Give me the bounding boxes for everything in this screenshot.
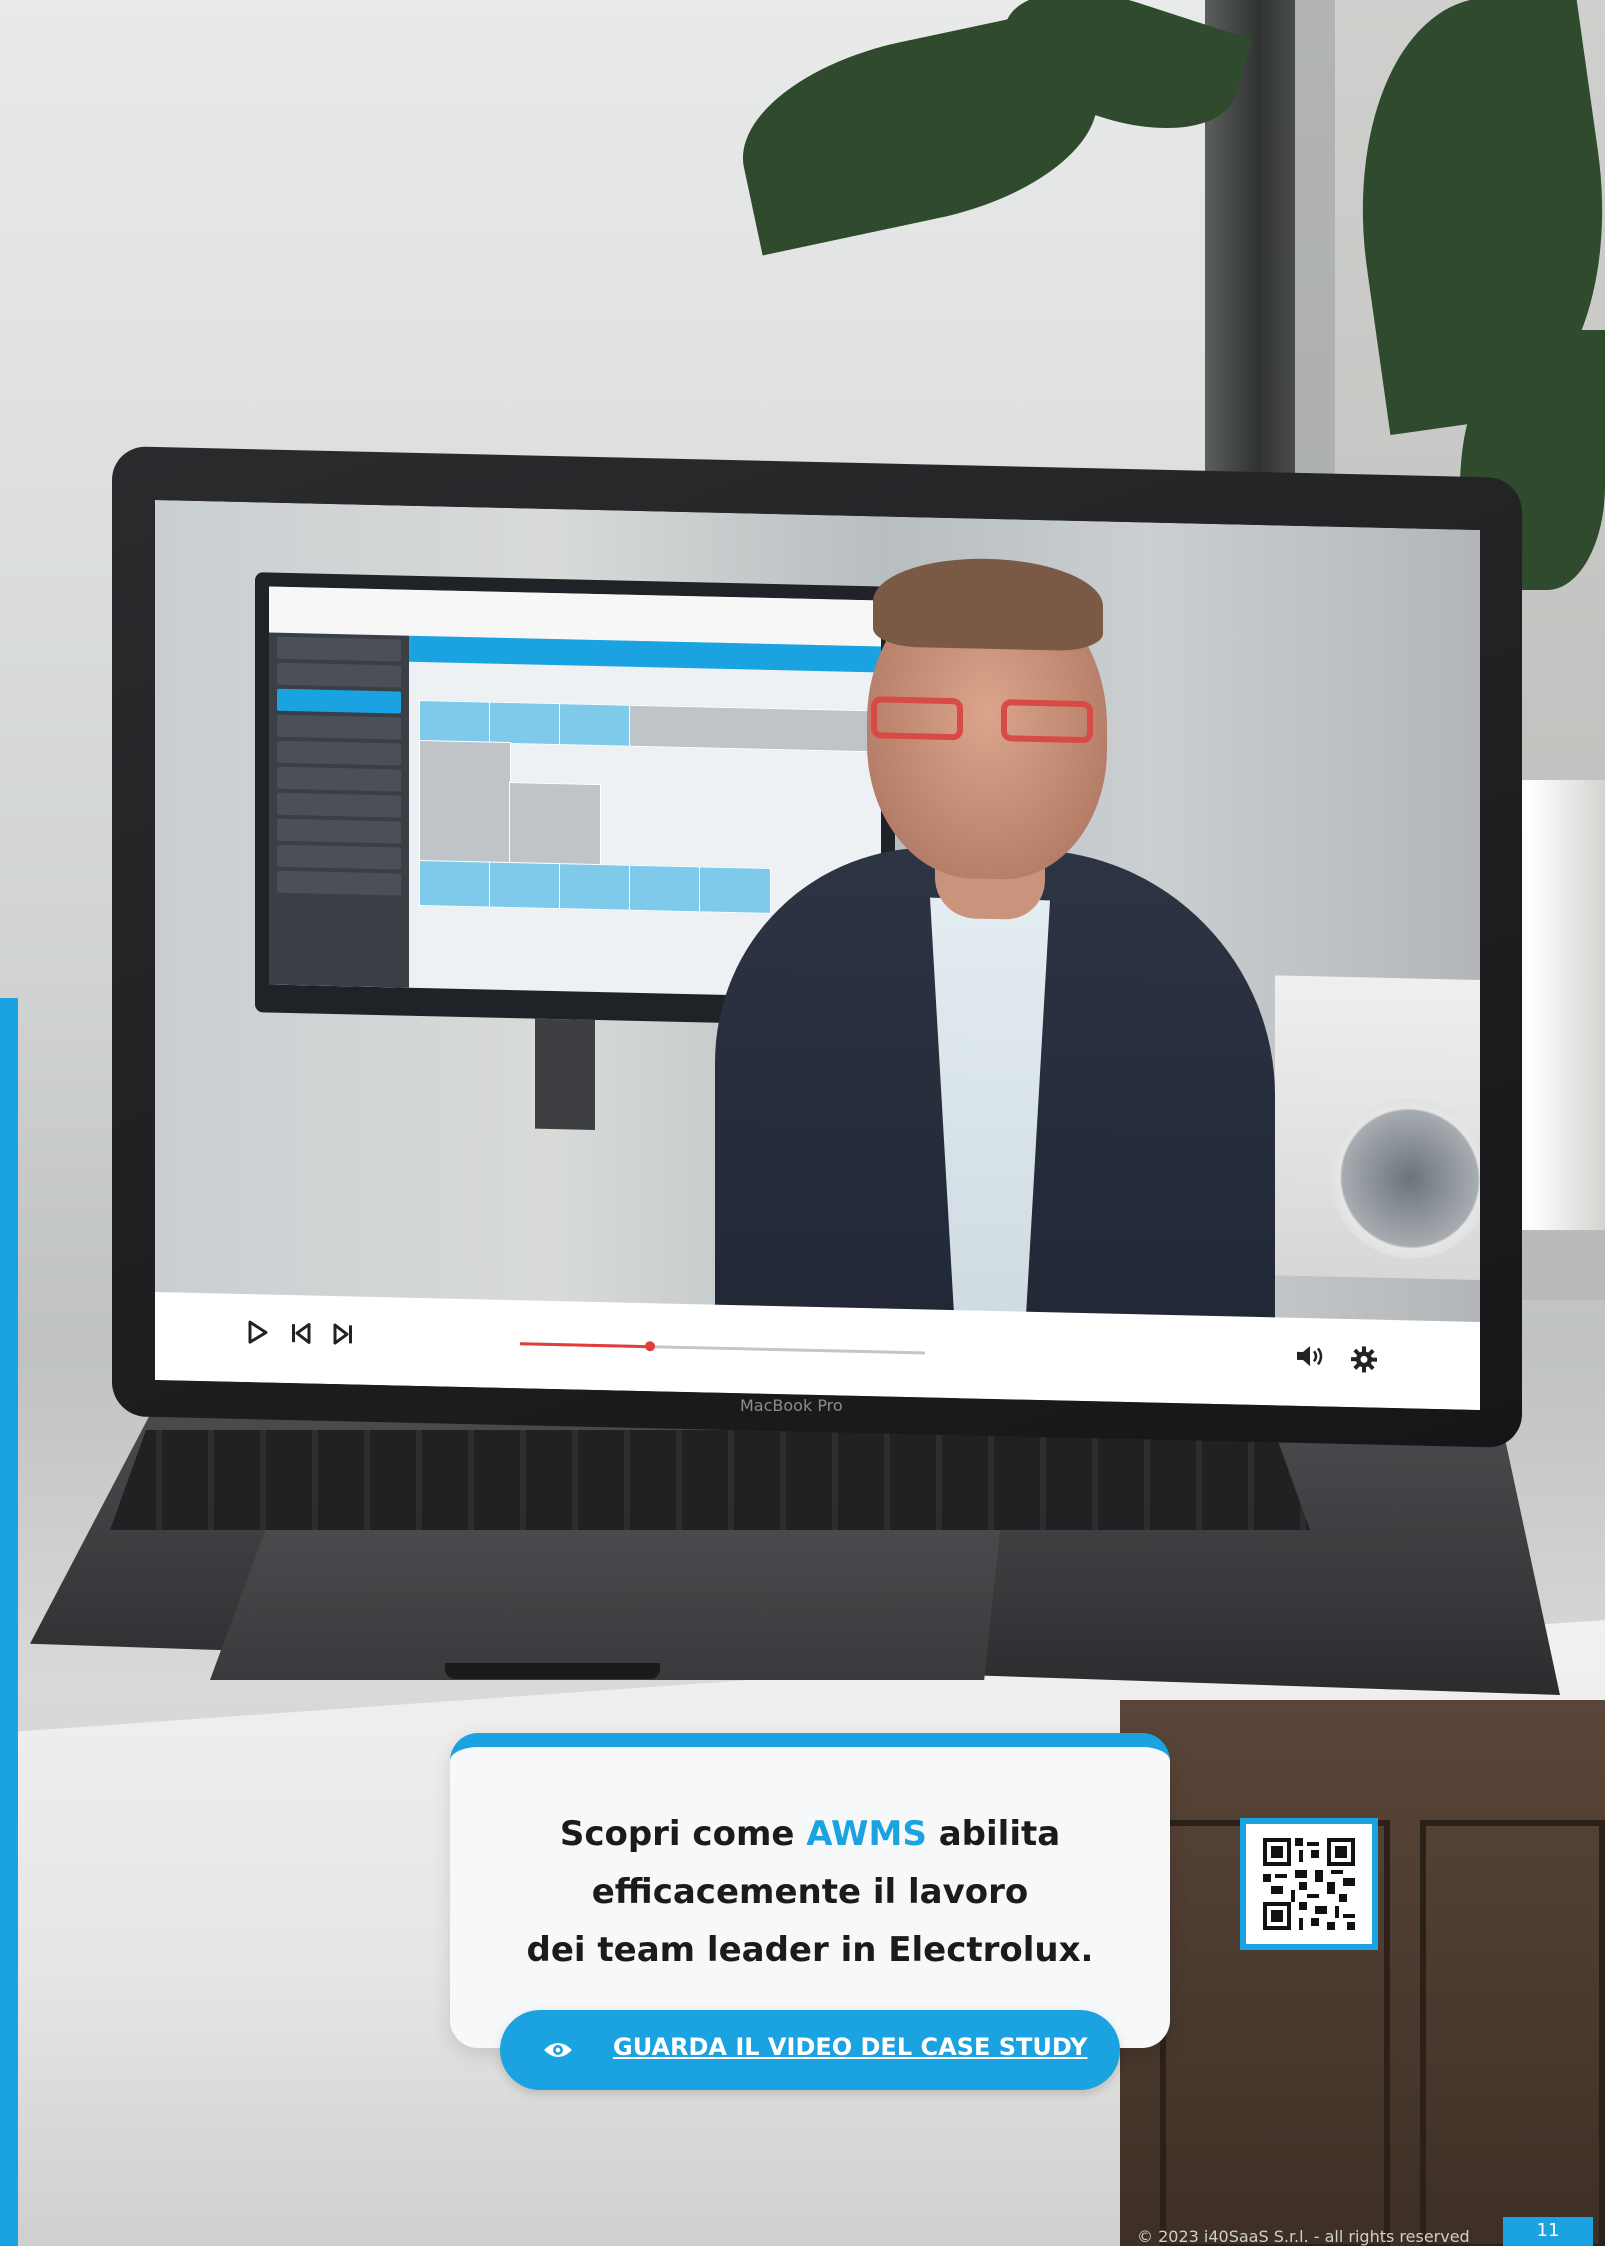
cta-line-1: Scopri come AWMS abilita — [559, 1814, 1061, 1854]
laptop-notch — [445, 1663, 660, 1679]
cabinet — [1120, 1700, 1605, 2246]
laptop-trackpad — [210, 1530, 1000, 1680]
video-progress-bar[interactable] — [520, 1341, 925, 1355]
skip-forward-icon[interactable] — [332, 1322, 354, 1351]
cta-line-2: efficacemente il lavoro — [591, 1872, 1029, 1912]
watch-video-label[interactable]: GUARDA IL VIDEO DEL CASE STUDY — [613, 2033, 1087, 2061]
cta-line-3: dei team leader in Electrolux. — [526, 1930, 1094, 1970]
volume-icon[interactable] — [1295, 1344, 1325, 1374]
cta-card: Scopri come AWMS abilita efficacemente i… — [450, 1733, 1170, 2048]
gear-icon[interactable] — [1350, 1345, 1378, 1379]
page-number-badge: 11 — [1503, 2217, 1593, 2246]
left-accent-bar — [0, 998, 18, 2246]
monitor-stand — [535, 1018, 595, 1130]
video-progress-knob[interactable] — [644, 1341, 655, 1352]
cta-accent-awms: AWMS — [806, 1814, 927, 1854]
monitor-app-sidebar — [269, 632, 409, 988]
eye-icon — [542, 2036, 574, 2064]
laptop-brand-label: MacBook Pro — [740, 1396, 843, 1415]
page-number: 11 — [1536, 2220, 1560, 2241]
cabinet-door — [1420, 1820, 1605, 2246]
video-progress-fill — [520, 1342, 650, 1349]
play-icon[interactable] — [247, 1320, 269, 1349]
laptop-keyboard — [110, 1430, 1310, 1530]
skip-back-icon[interactable] — [290, 1321, 312, 1350]
speaker-glasses — [871, 696, 1111, 745]
copyright-text: © 2023 i40SaaS S.r.l. - all rights reser… — [1137, 2227, 1470, 2246]
cta-text: Scopri come AWMS abilita efficacemente i… — [450, 1805, 1170, 1979]
watch-video-button[interactable]: GUARDA IL VIDEO DEL CASE STUDY — [500, 2010, 1120, 2090]
laptop-screen — [155, 499, 1480, 1411]
qr-code-icon[interactable] — [1240, 1818, 1378, 1950]
